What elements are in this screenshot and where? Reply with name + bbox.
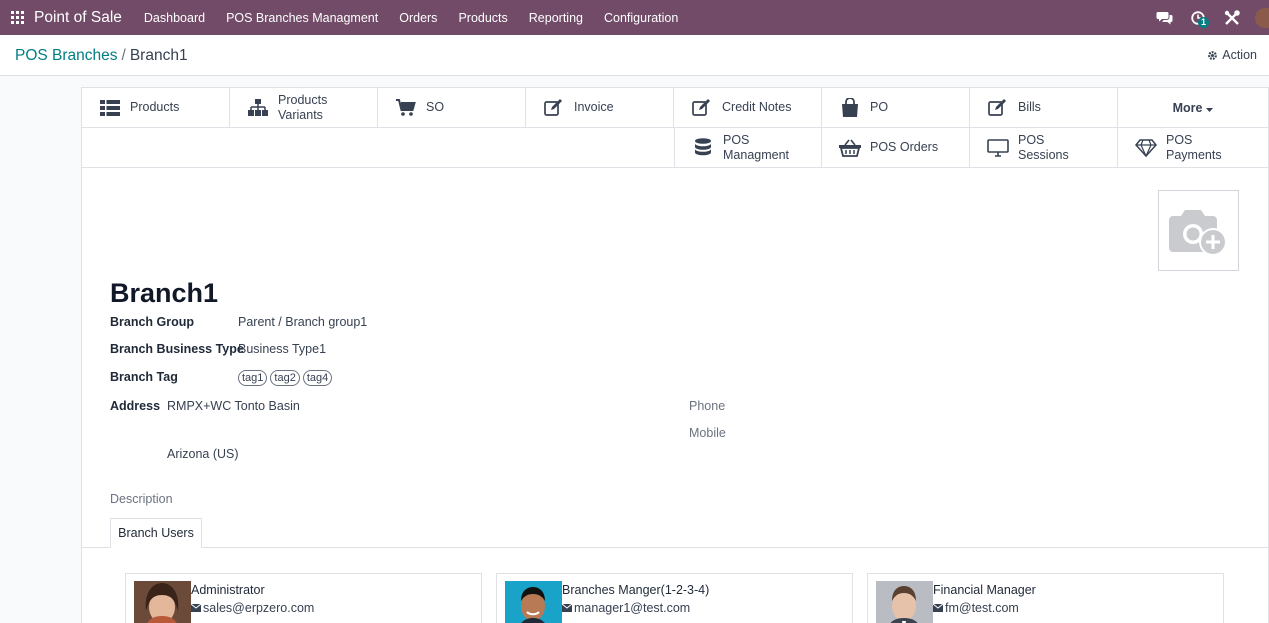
- user-name: Branches Manger(1-2-3-4): [562, 583, 710, 597]
- pos-payments-button[interactable]: POS Payments: [1118, 128, 1268, 168]
- menu-orders[interactable]: Orders: [399, 11, 437, 25]
- credit-notes-button-label: Credit Notes: [722, 100, 792, 114]
- caret-down-icon: [1206, 101, 1214, 115]
- activity-clock-icon[interactable]: 1: [1181, 10, 1215, 28]
- shopping-bag-icon: [838, 97, 862, 119]
- more-button-label: More: [1172, 100, 1203, 115]
- menu-reporting[interactable]: Reporting: [529, 11, 583, 25]
- breadcrumb: POS Branches / Branch1: [15, 47, 188, 65]
- branch-tag-label: Branch Tag: [110, 370, 178, 384]
- pos-payments-button-label: POS Payments: [1166, 132, 1222, 162]
- menu-pos-branches[interactable]: POS Branches Managment: [226, 11, 378, 25]
- breadcrumb-separator: /: [121, 47, 126, 64]
- description-field[interactable]: Description: [110, 492, 173, 506]
- cart-icon: [394, 97, 418, 119]
- envelope-icon: [191, 604, 201, 612]
- avatar: [876, 581, 933, 623]
- more-button[interactable]: More: [1118, 88, 1268, 128]
- breadcrumb-parent-link[interactable]: POS Branches: [15, 47, 118, 64]
- menu-products[interactable]: Products: [458, 11, 507, 25]
- tag-badge[interactable]: tag4: [302, 370, 333, 386]
- branch-group-field[interactable]: Parent / Branch group1: [238, 315, 367, 329]
- gear-icon: [1208, 50, 1218, 60]
- so-button[interactable]: SO: [378, 88, 526, 128]
- edit-icon: [690, 97, 714, 119]
- menu-dashboard[interactable]: Dashboard: [144, 11, 205, 25]
- mobile-label: Mobile: [689, 426, 726, 440]
- products-variants-button-label: Products Variants: [278, 92, 328, 122]
- po-button-label: PO: [870, 100, 889, 114]
- pos-sessions-button[interactable]: POS Sessions: [970, 128, 1118, 168]
- chat-icon[interactable]: [1147, 11, 1181, 25]
- business-type-label: Branch Business Type: [110, 342, 244, 356]
- edit-icon: [986, 97, 1010, 119]
- app-name[interactable]: Point of Sale: [34, 9, 122, 27]
- smart-button-box: Products Products Variants SO Invoice Cr…: [82, 88, 1269, 168]
- action-label: Action: [1222, 48, 1257, 62]
- pos-orders-button[interactable]: POS Orders: [822, 128, 970, 168]
- camera-plus-icon: [1168, 209, 1227, 256]
- user-email: sales@erpzero.com: [191, 601, 314, 615]
- desktop-icon: [986, 137, 1010, 159]
- credit-notes-button[interactable]: Credit Notes: [674, 88, 822, 128]
- user-card[interactable]: Administrator sales@erpzero.com: [125, 573, 482, 623]
- products-variants-button[interactable]: Products Variants: [230, 88, 378, 128]
- pos-sessions-button-label: POS Sessions: [1018, 132, 1069, 162]
- address-state-field[interactable]: Arizona (US): [167, 447, 239, 461]
- phone-label: Phone: [689, 399, 726, 413]
- pos-orders-button-label: POS Orders: [870, 140, 939, 154]
- po-button[interactable]: PO: [822, 88, 970, 128]
- avatar: [134, 581, 191, 623]
- user-name: Financial Manager: [933, 583, 1036, 597]
- tag-badge[interactable]: tag1: [238, 370, 268, 386]
- products-button-label: Products: [130, 100, 180, 114]
- tools-icon[interactable]: [1215, 9, 1249, 26]
- address-street-field[interactable]: RMPX+WC Tonto Basin: [167, 399, 300, 413]
- breadcrumb-current: Branch1: [129, 47, 188, 64]
- menu-configuration[interactable]: Configuration: [604, 11, 678, 25]
- record-title[interactable]: Branch1: [110, 278, 218, 309]
- action-menu-button[interactable]: Action: [1207, 48, 1257, 62]
- so-button-label: SO: [426, 100, 445, 114]
- bills-button[interactable]: Bills: [970, 88, 1118, 128]
- activity-count-badge: 1: [1198, 16, 1210, 28]
- basket-icon: [838, 137, 862, 159]
- pos-managment-button-label: POS Managment: [723, 132, 790, 162]
- user-avatar[interactable]: [1255, 7, 1269, 28]
- tab-bar: [82, 547, 1268, 548]
- user-name: Administrator: [191, 583, 265, 597]
- tag-badge[interactable]: tag2: [270, 370, 300, 386]
- bills-button-label: Bills: [1018, 100, 1041, 114]
- envelope-icon: [562, 604, 572, 612]
- edit-icon: [542, 97, 566, 119]
- products-button[interactable]: Products: [82, 88, 230, 128]
- business-type-field[interactable]: Business Type1: [238, 342, 326, 356]
- invoice-button-label: Invoice: [574, 100, 614, 114]
- user-email: fm@test.com: [933, 601, 1019, 615]
- user-email: manager1@test.com: [562, 601, 690, 615]
- sitemap-icon: [246, 97, 270, 119]
- apps-menu-icon[interactable]: [0, 0, 34, 35]
- envelope-icon: [933, 604, 943, 612]
- control-panel: POS Branches / Branch1 Action: [0, 35, 1269, 76]
- image-upload[interactable]: [1158, 190, 1239, 271]
- form-sheet: Products Products Variants SO Invoice Cr…: [81, 87, 1269, 623]
- address-label: Address: [110, 399, 161, 413]
- list-icon: [98, 97, 122, 119]
- user-card[interactable]: Financial Manager fm@test.com: [867, 573, 1224, 623]
- branch-group-label: Branch Group: [110, 315, 195, 329]
- user-email-text: fm@test.com: [945, 601, 1019, 615]
- user-email-text: sales@erpzero.com: [203, 601, 315, 615]
- user-email-text: manager1@test.com: [574, 601, 691, 615]
- branch-tags-field[interactable]: tag1 tag2 tag4: [238, 370, 333, 386]
- database-icon: [691, 137, 715, 159]
- avatar: [505, 581, 562, 623]
- diamond-icon: [1134, 137, 1158, 159]
- invoice-button[interactable]: Invoice: [526, 88, 674, 128]
- pos-managment-button[interactable]: POS Managment: [674, 128, 822, 168]
- top-navbar: Point of Sale Dashboard POS Branches Man…: [0, 0, 1269, 35]
- user-card[interactable]: Branches Manger(1-2-3-4) manager1@test.c…: [496, 573, 853, 623]
- tab-branch-users[interactable]: Branch Users: [110, 518, 202, 548]
